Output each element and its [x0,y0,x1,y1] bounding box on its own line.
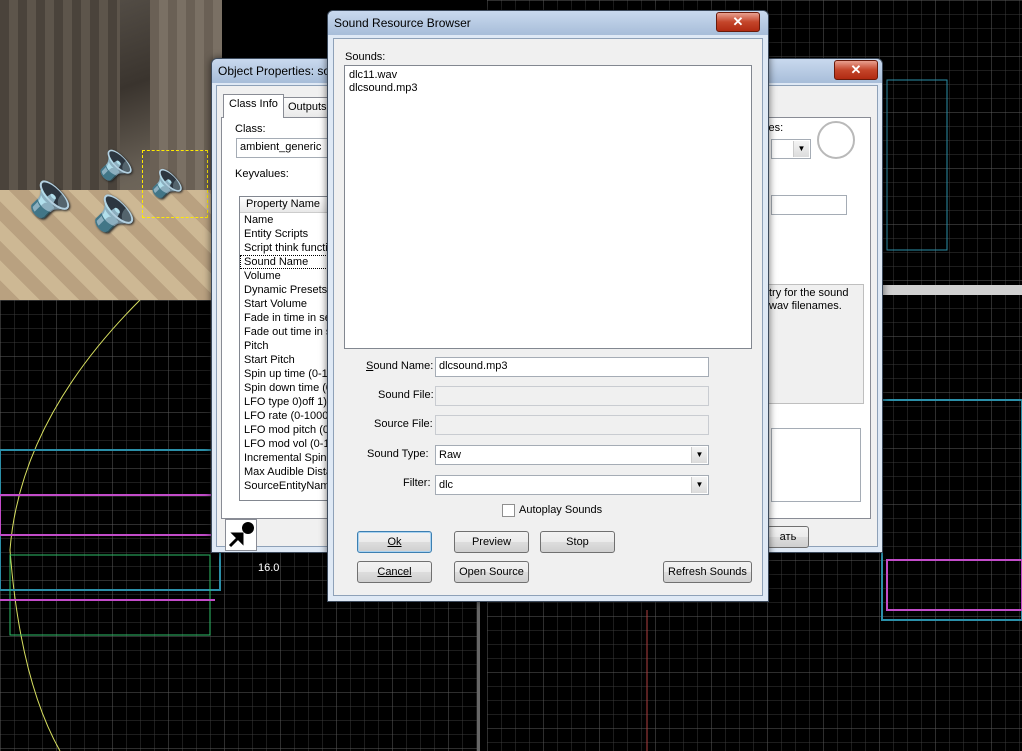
window-title: Sound Resource Browser [334,16,471,30]
class-label: Class: [235,123,266,135]
keyvalue-row[interactable]: LFO rate (0-1000) [240,409,340,423]
keyvalue-row[interactable]: Start Volume [240,297,340,311]
keyvalue-row[interactable]: Incremental Spinu [240,451,340,465]
tab-outputs[interactable]: Outputs [282,97,333,118]
sound-type-select[interactable]: Raw ▼ [435,445,709,465]
help-text: try for the sound wav filenames. [769,287,849,312]
sound-name-label: Sound Name: [366,360,434,372]
window-title: Object Properties: so [218,64,331,78]
autoplay-checkbox[interactable] [502,504,515,517]
keyvalue-row[interactable]: Start Pitch [240,353,340,367]
angles-combo[interactable]: ▼ [771,139,811,159]
filter-select[interactable]: dlc ▼ [435,475,709,495]
keyvalue-row[interactable]: Spin down time (0 [240,381,340,395]
sound-list-item[interactable]: dlc11.wav [345,69,751,82]
autoplay-label[interactable]: Autoplay Sounds [519,504,602,516]
title-bar[interactable]: Sound Resource Browser ✕ [328,11,768,35]
selection-box [142,150,208,218]
chevron-down-icon[interactable]: ▼ [691,477,707,493]
comments-box[interactable] [771,428,861,502]
sound-file-field [435,386,709,406]
class-combo[interactable]: ambient_generic [236,138,336,158]
keyvalue-row[interactable]: LFO mod pitch (0- [240,423,340,437]
keyvalue-row[interactable]: SourceEntityName [240,479,340,493]
open-source-button[interactable]: Open Source [454,561,529,583]
sound-browser-window: Sound Resource Browser ✕ Sounds: dlc11.w… [327,10,769,602]
help-panel: try for the sound wav filenames. [762,284,864,404]
source-file-field [435,415,709,435]
close-button[interactable]: ✕ [716,12,760,32]
sound-browser-client: Sounds: dlc11.wav dlcsound.mp3 Sound Name… [333,38,763,596]
source-file-label: Source File: [374,418,433,430]
keyvalue-row[interactable]: Max Audible Dista [240,465,340,479]
pointer-arrow-icon [228,522,254,548]
3d-viewport[interactable]: 🔈 🔈 🔈 🔈 [0,0,222,300]
apply-button[interactable]: ать [767,526,809,548]
speaker-icon[interactable]: 🔈 [28,168,83,220]
close-button[interactable]: ✕ [834,60,878,80]
zoom-label: 16.0 [258,562,280,574]
speaker-icon[interactable]: 🔈 [92,182,147,234]
keyvalue-row[interactable]: Name [240,213,340,227]
entity-pointer-icon[interactable] [225,519,257,551]
sounds-list[interactable]: dlc11.wav dlcsound.mp3 [344,65,752,349]
keyvalue-row[interactable]: Dynamic Presets [240,283,340,297]
keyvalue-row[interactable]: Pitch [240,339,340,353]
chevron-down-icon: ▼ [793,141,809,157]
stop-button[interactable]: Stop [540,531,615,553]
filter-value: dlc [439,479,454,491]
column-header-property-name[interactable]: Property Name [240,197,340,213]
keyvalue-row[interactable]: Volume [240,269,340,283]
tab-class-info[interactable]: Class Info [223,94,284,118]
sound-type-label: Sound Type: [367,448,429,460]
preview-button[interactable]: Preview [454,531,529,553]
filter-label: Filter: [403,477,431,489]
angle-dial[interactable] [817,121,855,159]
sounds-label: Sounds: [345,51,386,63]
keyvalue-row[interactable]: Fade out time in se [240,325,340,339]
keyvalue-row[interactable]: Entity Scripts [240,227,340,241]
sound-file-label: Sound File: [378,389,434,401]
sound-type-value: Raw [439,449,462,461]
sound-name-field[interactable]: dlcsound.mp3 [435,357,709,377]
keyvalue-row[interactable]: Fade in time in sec [240,311,340,325]
chevron-down-icon[interactable]: ▼ [691,447,707,463]
keyvalue-row[interactable]: Sound Name [240,255,340,269]
keyvalue-row[interactable]: LFO type 0)off 1)s [240,395,340,409]
keyvalue-row[interactable]: Script think functio [240,241,340,255]
refresh-sounds-button[interactable]: Refresh Sounds [663,561,752,583]
sound-items: dlc11.wav dlcsound.mp3 [345,66,751,95]
keyvalues-items: Name Entity Scripts Script think functio So… [240,213,340,493]
keyvalue-row[interactable]: Spin up time (0-10 [240,367,340,381]
keyvalues-label: Keyvalues: [235,168,289,180]
speaker-icon[interactable]: 🔈 [98,140,143,182]
value-field[interactable] [771,195,847,215]
keyvalues-list[interactable]: Property Name Name Entity Scripts Script t… [239,196,341,501]
keyvalue-row[interactable]: LFO mod vol (0-10 [240,437,340,451]
ok-button[interactable]: Ok [357,531,432,553]
cancel-button[interactable]: Cancel [357,561,432,583]
sound-list-item[interactable]: dlcsound.mp3 [345,82,751,95]
